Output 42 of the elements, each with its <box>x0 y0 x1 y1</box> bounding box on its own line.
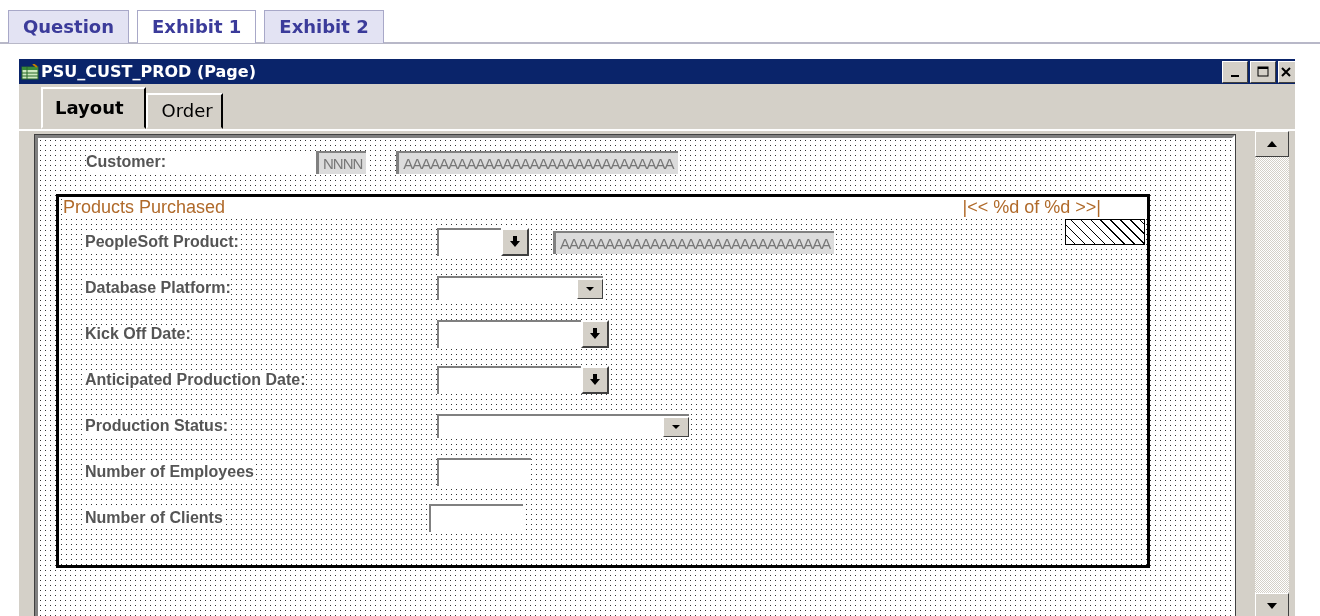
page-tab[interactable]: Order <box>145 93 223 129</box>
scroll-down-button[interactable] <box>1255 593 1289 616</box>
prompt-button[interactable] <box>581 320 609 348</box>
field-label: Number of Clients <box>85 509 223 527</box>
page-tab[interactable]: Layout <box>41 87 146 129</box>
close-icon <box>1281 66 1291 77</box>
maximize-icon <box>1257 66 1269 77</box>
down-arrow-icon <box>589 374 601 386</box>
exhibit-tab[interactable]: Exhibit 2 <box>264 10 384 43</box>
caret-icon <box>672 424 680 430</box>
exhibit-tab[interactable]: Exhibit 1 <box>137 10 257 43</box>
group-title: Products Purchased <box>63 197 226 219</box>
caret-icon <box>586 286 594 292</box>
field-label: PeopleSoft Product: <box>85 233 239 251</box>
close-button[interactable] <box>1278 60 1295 83</box>
dropdown-field[interactable] <box>437 414 689 438</box>
prompt-button[interactable] <box>581 366 609 394</box>
field-label: Customer: <box>86 153 316 171</box>
exhibit-tab[interactable]: Question <box>8 10 129 43</box>
field-label: Anticipated Production Date: <box>85 371 306 389</box>
field-label: Production Status: <box>85 417 229 435</box>
vertical-scrollbar[interactable] <box>1255 131 1289 616</box>
prompt-button[interactable] <box>501 228 529 256</box>
down-arrow-icon <box>1267 603 1277 609</box>
page-icon <box>21 63 39 80</box>
input-field[interactable] <box>437 228 501 256</box>
input-field[interactable] <box>437 320 581 348</box>
scroll-up-button[interactable] <box>1255 131 1289 157</box>
down-arrow-icon <box>589 328 601 340</box>
field-label: Database Platform: <box>85 279 231 297</box>
field-label: Kick Off Date: <box>85 325 191 343</box>
maximize-button[interactable] <box>1250 60 1276 83</box>
navigation-text: |<< %d of %d >>| <box>962 197 1101 219</box>
up-arrow-icon <box>1267 141 1277 147</box>
dropdown-field[interactable] <box>437 276 603 300</box>
down-arrow-icon <box>509 236 521 248</box>
minimize-button[interactable] <box>1222 60 1248 83</box>
minimize-icon <box>1231 74 1239 77</box>
window-title: PSU_CUST_PROD (Page) <box>41 62 256 81</box>
input-field[interactable] <box>437 366 581 394</box>
description-field: AAAAAAAAAAAAAAAAAAAAAAAAAAAAAA <box>553 230 835 254</box>
field-label: Number of Employees <box>85 463 254 481</box>
